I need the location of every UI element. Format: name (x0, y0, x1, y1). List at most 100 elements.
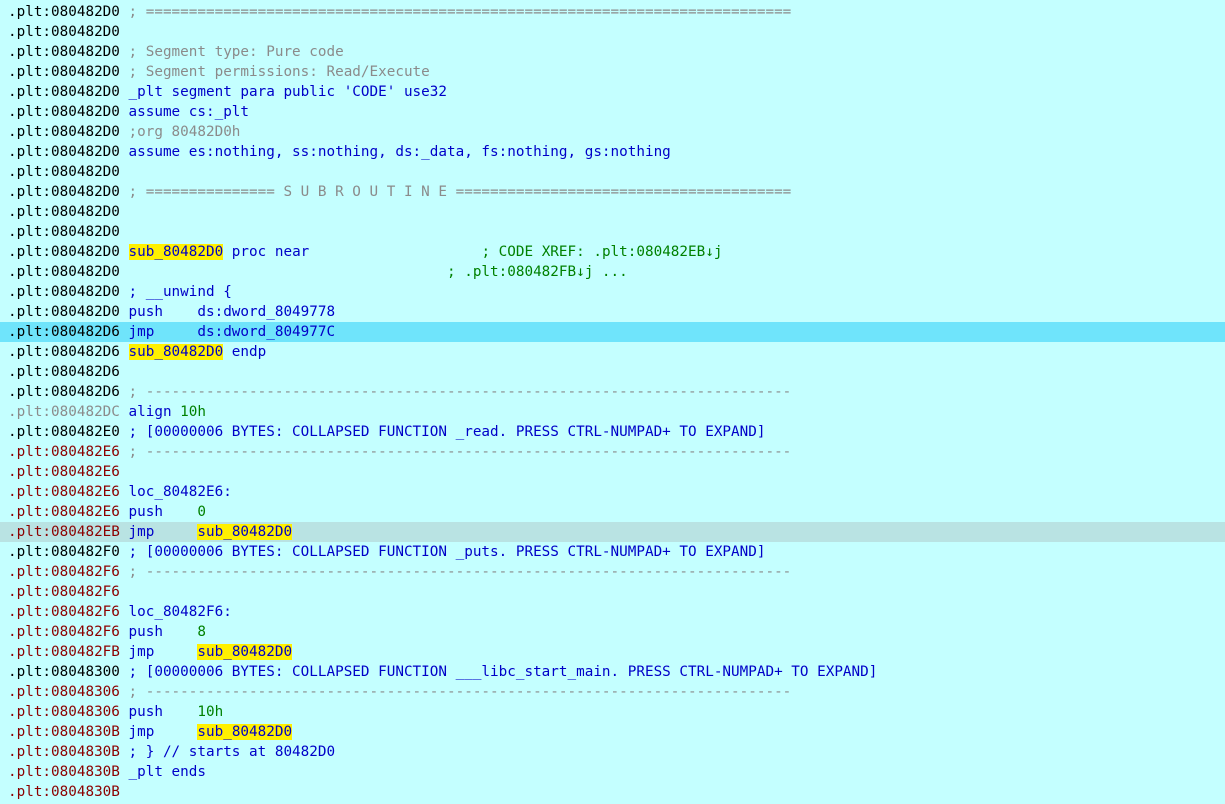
line-address[interactable]: .plt:08048300 (8, 664, 120, 680)
line-address[interactable]: .plt:08048306 (8, 704, 120, 720)
listing-line[interactable]: .plt:080482E6 ; ------------------------… (0, 442, 1225, 462)
line-address[interactable]: .plt:080482F0 (8, 544, 120, 560)
listing-line[interactable]: .plt:080482D0 assume es:nothing, ss:noth… (0, 142, 1225, 162)
listing-line[interactable]: .plt:080482E6 (0, 462, 1225, 482)
line-address[interactable]: .plt:080482E0 (8, 424, 120, 440)
listing-line[interactable]: .plt:080482D0 (0, 222, 1225, 242)
listing-line[interactable]: .plt:080482D6 ; ------------------------… (0, 382, 1225, 402)
listing-line[interactable]: .plt:080482D0 sub_80482D0 proc near ; CO… (0, 242, 1225, 262)
line-address[interactable]: .plt:0804830B (8, 724, 120, 740)
listing-line[interactable]: .plt:080482D0 assume cs:_plt (0, 102, 1225, 122)
listing-line[interactable]: .plt:080482E6 push 0 (0, 502, 1225, 522)
listing-line[interactable]: .plt:080482F6 ; ------------------------… (0, 562, 1225, 582)
listing-line[interactable]: .plt:080482D0 ; __unwind { (0, 282, 1225, 302)
line-address[interactable]: .plt:080482D0 (8, 24, 120, 40)
code-text: ; __unwind { (128, 284, 232, 300)
line-address[interactable]: .plt:0804830B (8, 764, 120, 780)
listing-line[interactable]: .plt:080482D0 (0, 22, 1225, 42)
line-address[interactable]: .plt:080482D0 (8, 124, 120, 140)
line-address[interactable]: .plt:0804830B (8, 744, 120, 760)
highlighted-symbol[interactable]: sub_80482D0 (128, 344, 224, 360)
line-address[interactable]: .plt:080482D0 (8, 104, 120, 120)
address-separator (120, 244, 129, 260)
listing-line[interactable]: .plt:080482D0 ; .plt:080482FB↓j ... (0, 262, 1225, 282)
listing-line[interactable]: .plt:080482FB jmp sub_80482D0 (0, 642, 1225, 662)
line-address[interactable]: .plt:080482D0 (8, 224, 120, 240)
disassembly-listing[interactable]: .plt:080482D0 ; ========================… (0, 0, 1225, 802)
listing-line[interactable]: .plt:080482E6 loc_80482E6: (0, 482, 1225, 502)
listing-line[interactable]: .plt:080482F6 loc_80482F6: (0, 602, 1225, 622)
selected-listing-line[interactable]: .plt:080482D6 jmp ds:dword_804977C (0, 322, 1225, 342)
line-address[interactable]: .plt:080482D0 (8, 144, 120, 160)
listing-line[interactable]: .plt:0804830B ; } // starts at 80482D0 (0, 742, 1225, 762)
listing-line[interactable]: .plt:0804830B jmp sub_80482D0 (0, 722, 1225, 742)
listing-line[interactable]: .plt:080482D6 sub_80482D0 endp (0, 342, 1225, 362)
line-address[interactable]: .plt:080482FB (8, 644, 120, 660)
line-address[interactable]: .plt:080482D0 (8, 44, 120, 60)
line-address[interactable]: .plt:080482D0 (8, 284, 120, 300)
line-address[interactable]: .plt:0804830B (8, 784, 120, 800)
line-address[interactable]: .plt:080482DC (8, 404, 120, 420)
listing-line[interactable]: .plt:080482D0 (0, 202, 1225, 222)
line-address[interactable]: .plt:080482D0 (8, 244, 120, 260)
line-address[interactable]: .plt:080482D0 (8, 164, 120, 180)
line-address[interactable]: .plt:080482D0 (8, 304, 120, 320)
listing-line[interactable]: .plt:08048306 ; ------------------------… (0, 682, 1225, 702)
line-address[interactable]: .plt:080482F6 (8, 564, 120, 580)
listing-line[interactable]: .plt:080482D0 _plt segment para public '… (0, 82, 1225, 102)
address-separator (120, 764, 129, 780)
xref-comment[interactable]: ; .plt:080482FB↓j ... (447, 264, 628, 280)
cursor-listing-line[interactable]: .plt:080482EB jmp sub_80482D0 (0, 522, 1225, 542)
listing-line[interactable]: .plt:080482D0 ; Segment type: Pure code (0, 42, 1225, 62)
code-text: loc_80482F6: (128, 604, 232, 620)
listing-line[interactable]: .plt:080482E0 ; [00000006 BYTES: COLLAPS… (0, 422, 1225, 442)
line-address[interactable]: .plt:080482E6 (8, 444, 120, 460)
code-text: jmp (128, 644, 198, 660)
listing-line[interactable]: .plt:080482D0 push ds:dword_8049778 (0, 302, 1225, 322)
address-separator (120, 524, 129, 540)
line-address[interactable]: .plt:080482D0 (8, 264, 120, 280)
listing-line[interactable]: .plt:080482D0 ;org 80482D0h (0, 122, 1225, 142)
highlighted-symbol[interactable]: sub_8048 (197, 524, 267, 540)
listing-line[interactable]: .plt:080482D6 (0, 362, 1225, 382)
xref-comment[interactable]: ; CODE XREF: .plt:080482EB↓j (481, 244, 722, 260)
listing-line[interactable]: .plt:080482D0 ; =============== S U B R … (0, 182, 1225, 202)
listing-line[interactable]: .plt:08048300 ; [00000006 BYTES: COLLAPS… (0, 662, 1225, 682)
listing-line[interactable]: .plt:080482F0 ; [00000006 BYTES: COLLAPS… (0, 542, 1225, 562)
line-address[interactable]: .plt:080482E6 (8, 464, 120, 480)
highlighted-symbol[interactable]: sub_80482D0 (197, 644, 293, 660)
listing-line[interactable]: .plt:080482DC align 10h (0, 402, 1225, 422)
address-separator (120, 424, 129, 440)
code-text: assume cs:_plt (128, 104, 250, 120)
listing-line[interactable]: .plt:080482D0 ; Segment permissions: Rea… (0, 62, 1225, 82)
listing-line[interactable]: .plt:080482D0 (0, 162, 1225, 182)
highlighted-symbol[interactable]: 2D0 (266, 524, 293, 540)
line-address[interactable]: .plt:080482D6 (8, 344, 120, 360)
highlighted-symbol[interactable]: sub_80482D0 (197, 724, 293, 740)
listing-line[interactable]: .plt:080482F6 (0, 582, 1225, 602)
line-address[interactable]: .plt:080482E6 (8, 504, 120, 520)
listing-line[interactable]: .plt:080482F6 push 8 (0, 622, 1225, 642)
line-address[interactable]: .plt:08048306 (8, 684, 120, 700)
listing-line[interactable]: .plt:08048306 push 10h (0, 702, 1225, 722)
listing-line[interactable]: .plt:0804830B _plt ends (0, 762, 1225, 782)
code-text: push (128, 704, 198, 720)
line-address[interactable]: .plt:080482D0 (8, 204, 120, 220)
line-address[interactable]: .plt:080482E6 (8, 484, 120, 500)
line-address[interactable]: .plt:080482D0 (8, 184, 120, 200)
code-text: ; [00000006 BYTES: COLLAPSED FUNCTION _p… (128, 544, 766, 560)
code-text: jmp (128, 524, 198, 540)
listing-line[interactable]: .plt:0804830B (0, 782, 1225, 802)
line-address[interactable]: .plt:080482D0 (8, 64, 120, 80)
line-address[interactable]: .plt:080482EB (8, 524, 120, 540)
line-address[interactable]: .plt:080482D0 (8, 84, 120, 100)
line-address[interactable]: .plt:080482D6 (8, 384, 120, 400)
line-address[interactable]: .plt:080482D6 (8, 324, 120, 340)
line-address[interactable]: .plt:080482F6 (8, 584, 120, 600)
line-address[interactable]: .plt:080482F6 (8, 624, 120, 640)
line-address[interactable]: .plt:080482F6 (8, 604, 120, 620)
highlighted-symbol[interactable]: sub_80482D0 (128, 244, 224, 260)
line-address[interactable]: .plt:080482D6 (8, 364, 120, 380)
line-address[interactable]: .plt:080482D0 (8, 4, 120, 20)
listing-line[interactable]: .plt:080482D0 ; ========================… (0, 2, 1225, 22)
